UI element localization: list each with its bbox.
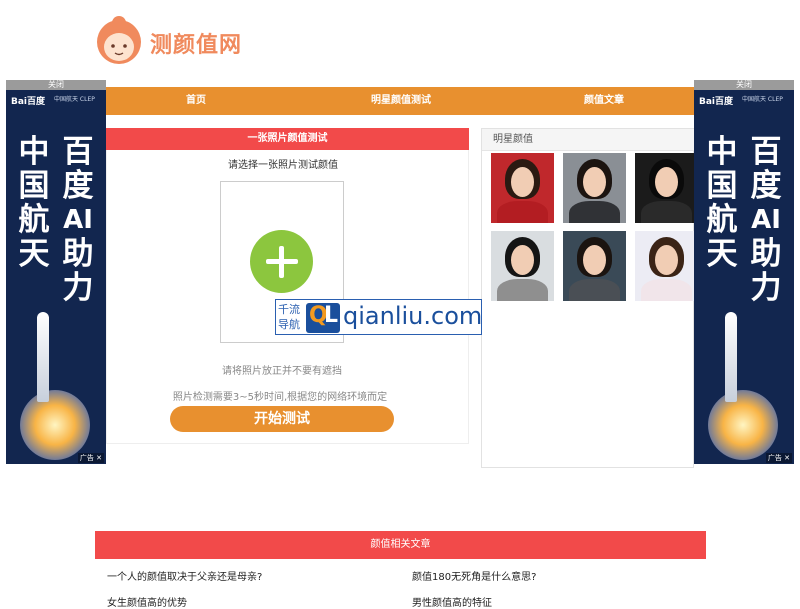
photo-position-hint: 请将照片放正并不要有遮挡 [222, 366, 342, 377]
right-ad[interactable]: 关闭 Bai百度 中国航天 CLEP 中国航天 百度 AI 助力 广告 ✕ [694, 80, 794, 464]
photo-test-subtitle: 请选择一张照片测试颜值 [228, 160, 338, 171]
ad-badge[interactable]: 广告 ✕ [765, 453, 792, 463]
ad-badge[interactable]: 广告 ✕ [77, 453, 104, 463]
thumb-face [655, 167, 678, 197]
article-link[interactable]: 颜值180无死角是什么意思? [412, 568, 536, 583]
thumb-face [655, 245, 678, 275]
ad-char: 度 [750, 168, 782, 204]
watermark-cn-bottom: 导航 [278, 318, 300, 331]
ad-char: 航 [706, 202, 738, 238]
ad-char: 中 [706, 134, 738, 170]
ad-char: 国 [18, 168, 50, 204]
ad-brand: Bai百度 [11, 97, 46, 107]
ad-char: 力 [62, 270, 94, 306]
ad-col-left: 中国航天 [702, 135, 742, 271]
article-link[interactable]: 男性颜值高的特征 [412, 594, 492, 609]
thumb-body [497, 201, 548, 223]
ad-char: AI [63, 205, 93, 235]
plus-vertical [279, 246, 284, 278]
rocket-icon [725, 312, 737, 402]
article-link[interactable]: 一个人的颜值取决于父亲还是母亲? [107, 568, 262, 583]
thumb-body [641, 279, 692, 301]
ad-char: 力 [750, 270, 782, 306]
watermark-text: qianliu.com [343, 302, 483, 330]
ad-brand-secondary: 中国航天 CLEP [742, 96, 783, 103]
ad-brand: Bai百度 [699, 97, 734, 107]
ad-char: 百 [750, 134, 782, 170]
thumb-body [641, 201, 692, 223]
thumb-face [511, 245, 534, 275]
thumb-face [583, 167, 606, 197]
star-thumb[interactable] [635, 153, 698, 223]
ad-char: 度 [62, 168, 94, 204]
articles-header: 颜值相关文章 [95, 531, 706, 559]
rocket-flame [708, 390, 778, 460]
ad-char: 中 [18, 134, 50, 170]
logo-text: 测颜值网 [150, 33, 243, 58]
nav-home[interactable]: 首页 [186, 87, 206, 115]
ad-char: AI [751, 205, 781, 235]
left-ad[interactable]: 关闭 Bai百度 中国航天 CLEP 中国航天 百度 AI 助力 广告 ✕ [6, 80, 106, 464]
nav-star-test[interactable]: 明星颜值测试 [371, 87, 431, 115]
watermark-cn: 千流 导航 [278, 302, 308, 332]
start-test-button[interactable]: 开始测试 [170, 406, 394, 432]
ad-char: 天 [18, 236, 50, 272]
site-logo[interactable]: 测颜值网 [95, 14, 255, 72]
ad-close-button[interactable]: 关闭 [6, 80, 106, 90]
logo-face-icon [97, 16, 141, 64]
ad-char: 助 [62, 236, 94, 272]
thumb-body [569, 279, 620, 301]
watermark-logo-icon: Q L [306, 303, 340, 333]
watermark: 千流 导航 Q L qianliu.com [275, 299, 482, 335]
thumb-face [583, 245, 606, 275]
ad-char: 国 [706, 168, 738, 204]
ad-char: 助 [750, 236, 782, 272]
ad-char: 百 [62, 134, 94, 170]
star-thumb[interactable] [491, 153, 554, 223]
ad-char: 天 [706, 236, 738, 272]
watermark-cn-top: 千流 [278, 303, 300, 316]
star-thumb[interactable] [563, 231, 626, 301]
photo-test-header: 一张照片颜值测试 [106, 128, 469, 150]
main-nav: 首页 明星颜值测试 颜值文章 [106, 87, 694, 115]
ad-col-right: 百度 AI 助力 [746, 135, 786, 305]
star-panel-header: 明星颜值 [482, 129, 694, 151]
star-thumb[interactable] [635, 231, 698, 301]
thumb-face [511, 167, 534, 197]
ad-col-left: 中国航天 [14, 135, 54, 271]
nav-articles[interactable]: 颜值文章 [584, 87, 624, 115]
article-link[interactable]: 女生颜值高的优势 [107, 594, 187, 609]
ad-brand-secondary: 中国航天 CLEP [54, 96, 95, 103]
watermark-logo-l: L [324, 303, 339, 328]
thumb-body [569, 201, 620, 223]
rocket-icon [37, 312, 49, 402]
star-thumb[interactable] [491, 231, 554, 301]
star-thumb[interactable] [563, 153, 626, 223]
ad-char: 航 [18, 202, 50, 238]
ad-col-right: 百度 AI 助力 [58, 135, 98, 305]
rocket-flame [20, 390, 90, 460]
photo-time-hint: 照片检测需要3~5秒时间,根据您的网络环境而定 [172, 392, 388, 403]
thumb-body [497, 279, 548, 301]
ad-close-button[interactable]: 关闭 [694, 80, 794, 90]
